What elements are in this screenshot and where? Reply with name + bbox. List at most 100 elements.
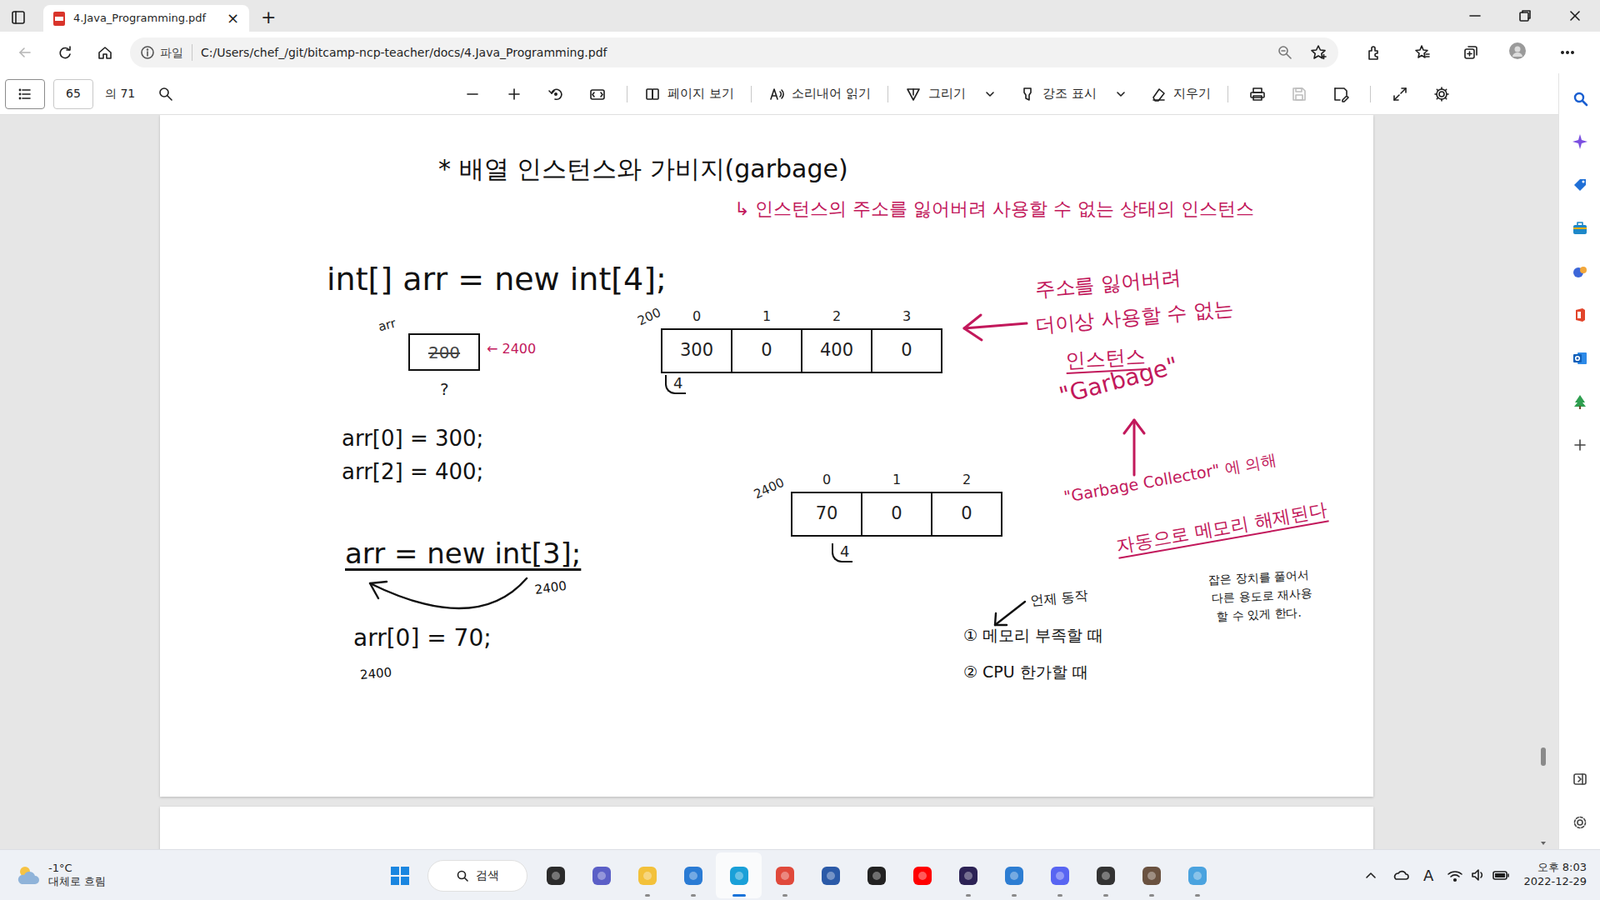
taskbar-app[interactable]	[1082, 852, 1129, 899]
refresh-icon[interactable]	[48, 37, 82, 68]
taskbar-app[interactable]	[624, 852, 670, 899]
save-icon[interactable]	[1278, 79, 1320, 110]
separator	[750, 85, 752, 103]
scroll-thumb[interactable]	[1540, 747, 1546, 766]
separator	[191, 44, 193, 61]
app-13-icon	[1140, 864, 1164, 888]
tree-icon[interactable]	[1559, 380, 1600, 424]
app-9-icon	[956, 864, 980, 888]
tab-close-button[interactable]: ×	[225, 10, 241, 26]
variable-label: arr	[376, 316, 398, 335]
zoom-out-icon[interactable]	[451, 79, 494, 110]
edge-sidebar	[1558, 73, 1600, 850]
outlook-icon[interactable]	[1559, 336, 1600, 380]
sidebar-search-icon[interactable]	[1559, 76, 1600, 120]
new-address: ← 2400	[486, 341, 536, 357]
fullscreen-icon[interactable]	[1379, 79, 1421, 110]
taskbar-app[interactable]	[1128, 852, 1175, 899]
clock-date: 2022-12-29	[1523, 875, 1587, 890]
tab-actions-icon[interactable]	[0, 3, 37, 32]
input-method[interactable]: A	[1423, 864, 1434, 887]
address-field[interactable]: 파일C:/Users/chef_/git/bitcamp-ncp-teacher…	[130, 37, 1339, 68]
app-10-icon	[1002, 864, 1026, 888]
note-text: ↳ 인스턴스의 주소를 잃어버려 사용할 수 없는 상태의 인스턴스	[734, 198, 1255, 220]
taskbar-search[interactable]: 검색	[427, 860, 528, 892]
toolbar-tool[interactable]: 지우기	[1141, 80, 1220, 107]
settings-icon[interactable]	[1420, 79, 1463, 110]
weather-widget[interactable]: -1°C대체로 흐림	[0, 861, 106, 888]
running-indicator	[782, 894, 788, 897]
profile-icon[interactable]	[1495, 37, 1544, 68]
array-index: 3	[872, 306, 941, 327]
start-icon[interactable]	[376, 852, 423, 899]
search-icon[interactable]	[145, 79, 187, 110]
taskbar-app[interactable]	[715, 852, 762, 899]
office-icon[interactable]	[1559, 293, 1600, 337]
taskbar-apps: 검색	[376, 852, 1220, 899]
note-text: 다른 용도로 재사용	[1211, 586, 1314, 605]
collections-icon[interactable]	[1446, 37, 1495, 68]
toolbar-tool[interactable]: 강조 표시	[1010, 80, 1135, 107]
zoom-in-icon[interactable]	[493, 79, 535, 110]
pdf-icon	[51, 10, 67, 27]
chevron-down-icon[interactable]	[1115, 88, 1127, 100]
note-text: arr[2] = 400;	[341, 460, 484, 485]
taskbar-app[interactable]	[990, 852, 1037, 899]
save-as-icon[interactable]	[1320, 79, 1362, 110]
pdf-page: * 배열 인스턴스와 가비지(garbage)↳ 인스턴스의 주소를 잃어버려 …	[160, 115, 1374, 797]
hide-sidebar-icon[interactable]	[1559, 757, 1600, 801]
taskbar-app[interactable]	[899, 852, 945, 899]
toolbar-tool[interactable]: 소리내어 읽기	[760, 80, 880, 107]
toolbar-tool[interactable]: 그리기	[896, 80, 1005, 107]
contents-icon[interactable]	[5, 79, 45, 110]
show-hidden-icon[interactable]	[1363, 867, 1379, 883]
app-12-icon	[1094, 864, 1118, 888]
taskbar-app[interactable]	[1036, 852, 1083, 899]
more-icon[interactable]	[1543, 37, 1592, 68]
print-icon[interactable]	[1236, 79, 1279, 110]
chevron-down-icon[interactable]	[984, 88, 996, 100]
restore-icon[interactable]	[1500, 0, 1550, 32]
copilot-icon[interactable]	[1559, 120, 1600, 164]
cloudy-weather-icon	[15, 862, 42, 888]
volume-icon	[1470, 866, 1485, 884]
new-tab-button[interactable]: +	[249, 8, 288, 32]
taskbar-app[interactable]	[578, 852, 625, 899]
sidebar-settings-icon[interactable]	[1559, 800, 1600, 845]
clock[interactable]: 오후 8:032022-12-29	[1523, 860, 1587, 890]
array-length: 4	[665, 375, 686, 395]
tool-2-icon	[905, 85, 922, 103]
tool-label: 소리내어 읽기	[791, 84, 871, 104]
extensions-icon[interactable]	[1350, 37, 1399, 68]
taskbar-app[interactable]	[532, 852, 579, 899]
sidebar-bottom	[1559, 757, 1600, 850]
unknown-mark: ?	[440, 380, 450, 400]
favorite-add-icon[interactable]	[1310, 44, 1329, 61]
browser-tab[interactable]: 4.Java_Programming.pdf×	[43, 5, 250, 32]
home-icon[interactable]	[88, 37, 122, 68]
favorites-icon[interactable]	[1398, 37, 1447, 68]
app-5-icon	[773, 864, 797, 888]
taskbar-app[interactable]	[853, 852, 900, 899]
back-icon[interactable]	[8, 37, 42, 68]
quick-settings[interactable]	[1446, 866, 1510, 884]
games-icon[interactable]	[1559, 250, 1600, 294]
taskbar-app[interactable]	[1174, 852, 1220, 899]
zoom-icon[interactable]	[1276, 44, 1294, 61]
taskbar-app[interactable]	[670, 852, 716, 899]
fit-page-icon[interactable]	[576, 79, 619, 110]
taskbar-app[interactable]	[945, 852, 991, 899]
array-index: 2	[802, 306, 871, 327]
onedrive-icon[interactable]	[1391, 866, 1410, 884]
add-icon[interactable]	[1559, 423, 1600, 467]
close-window-icon[interactable]	[1550, 0, 1600, 32]
page-number-input[interactable]: 65	[53, 79, 94, 110]
shopping-icon[interactable]	[1559, 163, 1600, 207]
tools-icon[interactable]	[1559, 206, 1600, 250]
taskbar-app[interactable]	[807, 852, 854, 899]
rotate-icon[interactable]	[535, 79, 577, 110]
toolbar-tool[interactable]: 페이지 보기	[635, 80, 743, 107]
temperature: -1°C	[48, 861, 106, 875]
taskbar-app[interactable]	[761, 852, 808, 899]
minimize-icon[interactable]	[1450, 0, 1500, 32]
